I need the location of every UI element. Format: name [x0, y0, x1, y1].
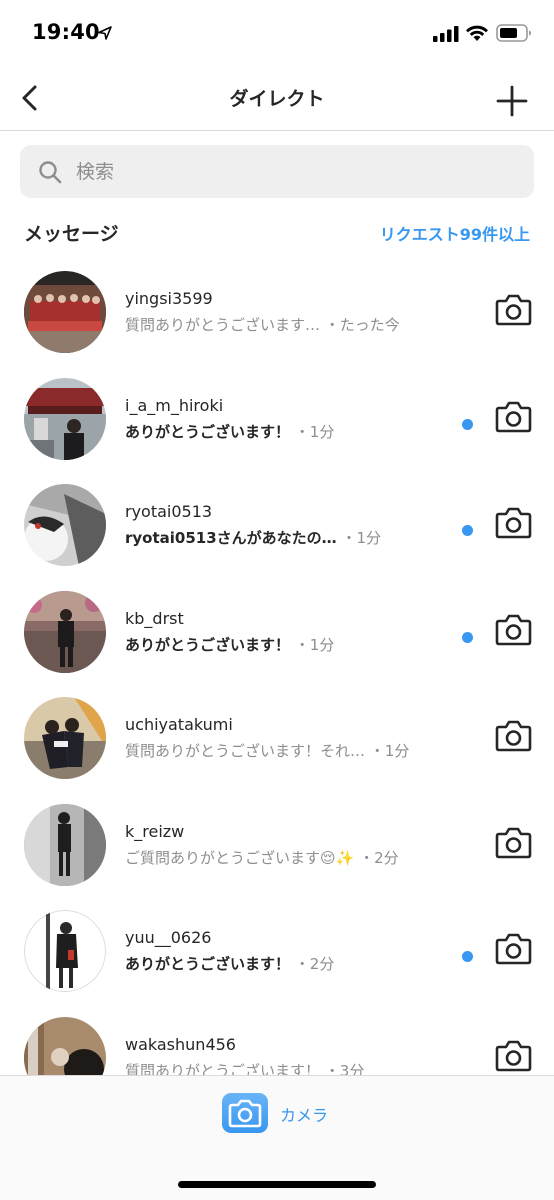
camera-icon[interactable] — [495, 826, 532, 860]
status-time: 19:40 — [32, 20, 100, 44]
camera-icon[interactable] — [495, 932, 532, 966]
thread-last-message: ご質問ありがとうございます😌✨ — [125, 848, 355, 867]
avatar — [24, 803, 106, 886]
status-bar: 19:40 — [0, 0, 554, 66]
thread-last-message: ありがとうございます！ — [125, 955, 291, 973]
thread-timestamp: ・2分 — [294, 955, 335, 973]
cellular-signal-icon — [433, 26, 459, 42]
thread-row[interactable]: kb_drst ありがとうございます！ ・1分 — [0, 578, 554, 685]
thread-preview: ご質問ありがとうございます😌✨ ・2分 — [125, 847, 399, 868]
unread-dot — [462, 631, 473, 643]
camera-icon[interactable] — [495, 506, 532, 540]
camera-icon[interactable] — [495, 613, 532, 647]
wifi-icon — [466, 25, 488, 41]
thread-timestamp: ・1分 — [341, 529, 381, 547]
thread-timestamp: ・1分 — [294, 635, 335, 654]
home-indicator — [178, 1181, 376, 1188]
thread-username: wakashun456 — [125, 1034, 236, 1054]
thread-username: k_reizw — [125, 821, 185, 841]
avatar — [24, 377, 106, 460]
unread-dot — [462, 951, 473, 962]
search-bar[interactable] — [20, 145, 534, 198]
camera-icon[interactable] — [495, 293, 532, 327]
thread-last-message: 質問ありがとうございます… — [125, 316, 321, 334]
avatar — [24, 590, 106, 673]
thread-last-message: ryotai0513さんがあなたの… — [125, 529, 337, 547]
thread-preview: ありがとうございます！ ・2分 — [125, 953, 334, 974]
avatar — [24, 1016, 106, 1075]
location-arrow-icon — [98, 26, 112, 40]
thread-username: ryotai0513 — [125, 502, 213, 521]
thread-username: uchiyatakumi — [125, 715, 233, 734]
thread-timestamp: ・1分 — [369, 742, 410, 760]
bottom-bar: カメラ — [0, 1075, 554, 1200]
camera-icon[interactable] — [495, 719, 532, 753]
thread-preview: 質問ありがとうございます！それ… ・1分 — [125, 740, 409, 761]
thread-username: kb_drst — [125, 608, 184, 628]
search-icon — [39, 161, 62, 184]
thread-list: yingsi3599 質問ありがとうございます… ・たった今 i_a_m_hir… — [0, 258, 554, 1075]
page-title: ダイレクト — [229, 88, 325, 110]
thread-row[interactable]: ryotai0513 ryotai0513さんがあなたの… ・1分 — [0, 471, 554, 578]
thread-row[interactable]: uchiyatakumi 質問ありがとうございます！それ… ・1分 — [0, 684, 554, 791]
thread-last-message: 質問ありがとうございます！それ… — [125, 742, 366, 760]
thread-row[interactable]: i_a_m_hiroki ありがとうございます！ ・1分 — [0, 365, 554, 472]
thread-row[interactable]: k_reizw ご質問ありがとうございます😌✨ ・2分 — [0, 791, 554, 898]
camera-icon[interactable] — [495, 400, 532, 434]
avatar — [24, 271, 106, 353]
new-message-plus-icon[interactable] — [494, 83, 530, 119]
thread-last-message: ありがとうございます！ — [125, 422, 291, 441]
camera-label: カメラ — [280, 1106, 329, 1125]
thread-username: yuu__0626 — [125, 928, 212, 947]
camera-icon[interactable] — [495, 1039, 532, 1073]
thread-row[interactable]: yuu__0626 ありがとうございます！ ・2分 — [0, 897, 554, 1004]
thread-preview: ありがとうございます！ ・1分 — [125, 634, 334, 655]
avatar — [24, 697, 106, 779]
thread-last-message: ありがとうございます！ — [125, 635, 291, 654]
thread-timestamp: ・1分 — [294, 422, 335, 441]
thread-timestamp: ・2分 — [359, 848, 399, 867]
battery-icon — [496, 24, 531, 42]
thread-timestamp: ・3分 — [324, 1061, 365, 1076]
message-requests-link[interactable]: リクエスト99件以上 — [380, 221, 530, 245]
camera-button[interactable]: カメラ — [222, 1093, 342, 1137]
unread-dot — [462, 418, 473, 430]
avatar — [24, 484, 106, 566]
avatar — [24, 910, 106, 992]
thread-row[interactable]: yingsi3599 質問ありがとうございます… ・たった今 — [0, 258, 554, 365]
thread-preview: ryotai0513さんがあなたの… ・1分 — [125, 527, 381, 548]
search-input[interactable] — [76, 153, 516, 190]
thread-row[interactable]: wakashun456 質問ありがとうございます！ ・3分 — [0, 1004, 554, 1076]
thread-preview: 質問ありがとうございます… ・たった今 — [125, 314, 400, 335]
thread-timestamp: ・たった今 — [324, 316, 400, 334]
camera-badge-icon — [222, 1093, 268, 1133]
thread-username: i_a_m_hiroki — [125, 395, 224, 415]
thread-preview: ありがとうございます！ ・1分 — [125, 421, 334, 442]
unread-dot — [462, 525, 473, 536]
thread-last-message: 質問ありがとうございます！ — [125, 1061, 321, 1076]
nav-header: ダイレクト — [0, 66, 554, 131]
messages-section-title: メッセージ — [24, 223, 119, 245]
thread-username: yingsi3599 — [125, 289, 213, 308]
thread-preview: 質問ありがとうございます！ ・3分 — [125, 1060, 364, 1076]
